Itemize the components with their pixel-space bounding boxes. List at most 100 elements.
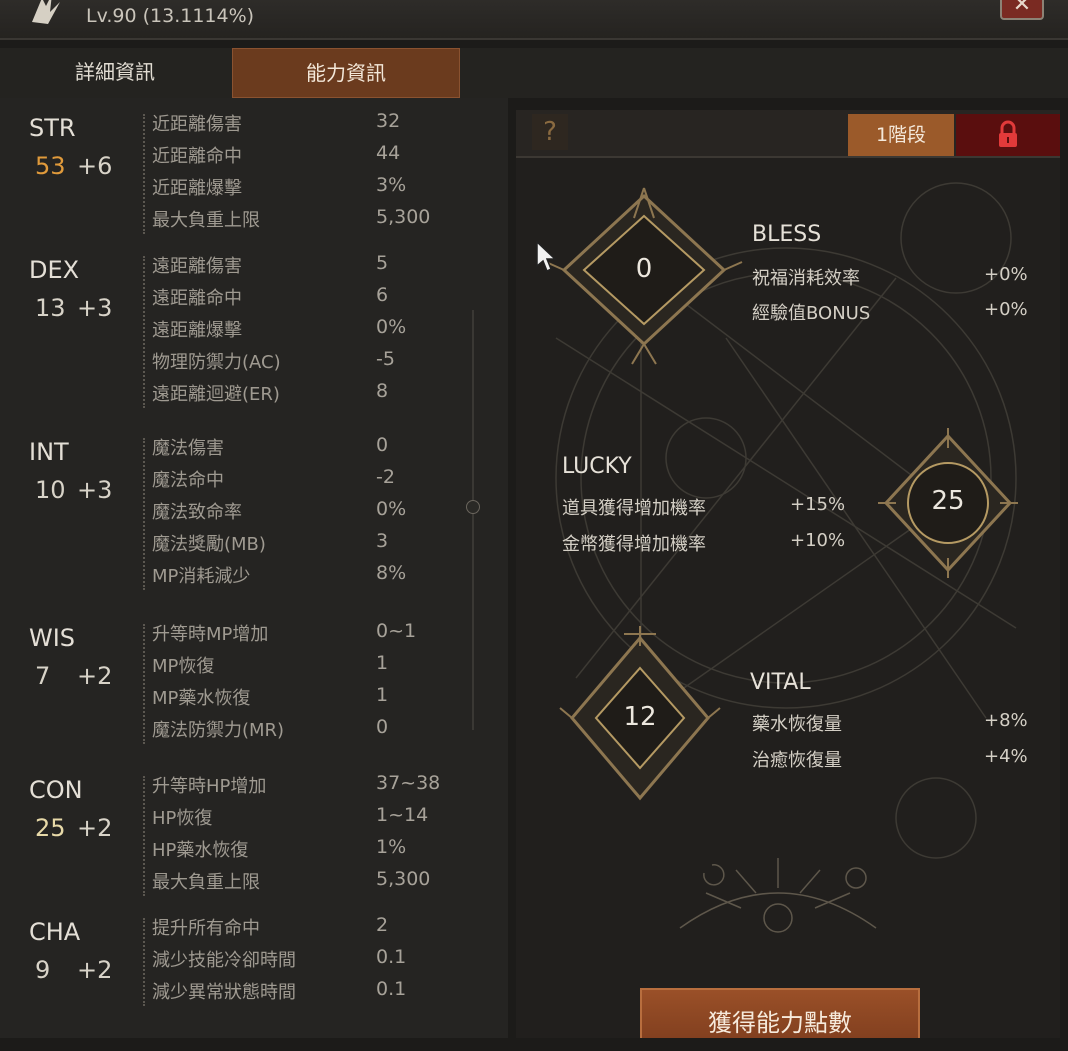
attribute-value: 5 <box>376 252 389 274</box>
attribute-row: 升等時MP增加 0~1 <box>152 620 492 652</box>
game-logo-icon <box>32 0 60 24</box>
vital-title: VITAL <box>750 670 811 695</box>
ability-wheel: 0 BLESS 祝福消耗效率 +0% 經驗值BONUS +0% LUCKY 道具… <box>516 158 1060 1038</box>
attribute-row: 最大負重上限 5,300 <box>152 868 492 900</box>
stat-name-int: INT <box>29 438 69 466</box>
stat-bonus-value: +3 <box>77 476 113 504</box>
stat-value: 7 +2 <box>35 662 112 690</box>
attribute-value: 2 <box>376 914 389 936</box>
vital-stat-value: +4% <box>984 746 1028 767</box>
stage-tab[interactable]: 1階段 <box>848 114 954 156</box>
attribute-label: 魔法防禦力(MR) <box>152 720 285 741</box>
attribute-label: 減少技能冷卻時間 <box>152 950 296 971</box>
stat-value: 13 +3 <box>35 294 112 322</box>
tab-detail-info[interactable]: 詳細資訊 <box>0 48 230 98</box>
stat-base-value: 25 <box>35 814 66 842</box>
help-button[interactable]: ? <box>532 114 568 150</box>
attribute-value: 0 <box>376 716 389 738</box>
attribute-row: HP藥水恢復 1% <box>152 836 492 868</box>
bless-stat-value: +0% <box>984 299 1028 320</box>
stat-bonus-value: +2 <box>77 814 113 842</box>
attribute-label: HP恢復 <box>152 808 213 829</box>
lucky-stat-value: +10% <box>790 530 846 551</box>
locked-stage-tab[interactable] <box>956 114 1060 156</box>
attribute-row: 近距離命中 44 <box>152 142 492 174</box>
attribute-label: MP藥水恢復 <box>152 688 251 709</box>
attribute-value: 5,300 <box>376 206 431 228</box>
attribute-value: 44 <box>376 142 401 164</box>
lock-icon <box>999 120 1017 147</box>
attribute-value: 1 <box>376 652 389 674</box>
attribute-label: 提升所有命中 <box>152 918 260 939</box>
scrollbar-track[interactable] <box>472 310 474 730</box>
attribute-label: 遠距離迴避(ER) <box>152 384 280 405</box>
dotted-divider <box>143 438 149 590</box>
attribute-row: 遠距離傷害 5 <box>152 252 492 284</box>
bless-points: 0 <box>635 254 653 284</box>
attribute-row: 升等時HP增加 37~38 <box>152 772 492 804</box>
attribute-row: 魔法命中 -2 <box>152 466 492 498</box>
attribute-value: 37~38 <box>376 772 441 794</box>
bless-stat-label: 祝福消耗效率 <box>752 268 860 289</box>
attribute-label: 近距離爆擊 <box>152 178 242 199</box>
attribute-row: 物理防禦力(AC) -5 <box>152 348 492 380</box>
gain-ability-points-button[interactable]: 獲得能力點數 <box>640 988 920 1038</box>
attribute-row: 遠距離迴避(ER) 8 <box>152 380 492 412</box>
attribute-label: 升等時HP增加 <box>152 776 267 797</box>
lucky-stat-label: 金幣獲得增加機率 <box>562 534 706 555</box>
attribute-label: 最大負重上限 <box>152 210 260 231</box>
stat-value: 9 +2 <box>35 956 112 984</box>
attribute-value: 6 <box>376 284 389 306</box>
attribute-label: 遠距離傷害 <box>152 256 242 277</box>
attribute-label: 遠距離命中 <box>152 288 242 309</box>
attribute-row: 提升所有命中 2 <box>152 914 492 946</box>
stat-value: 53 +6 <box>35 152 112 180</box>
attribute-label: 魔法致命率 <box>152 502 242 523</box>
attribute-row: 最大負重上限 5,300 <box>152 206 492 238</box>
tab-ability-info[interactable]: 能力資訊 <box>232 48 460 98</box>
attribute-value: 1~14 <box>376 804 429 826</box>
dotted-divider <box>143 256 149 408</box>
attribute-row: 魔法獎勵(MB) 3 <box>152 530 492 562</box>
stat-name-str: STR <box>29 114 76 142</box>
attribute-value: -5 <box>376 348 395 370</box>
attribute-row: 遠距離命中 6 <box>152 284 492 316</box>
close-x-icon: ✕ <box>1012 0 1032 17</box>
attribute-label: HP藥水恢復 <box>152 840 249 861</box>
stat-name-dex: DEX <box>29 256 80 284</box>
attribute-value: 0 <box>376 434 389 456</box>
attribute-row: MP恢復 1 <box>152 652 492 684</box>
attribute-value: 1 <box>376 684 389 706</box>
lucky-title: LUCKY <box>562 454 632 479</box>
attribute-value: 32 <box>376 110 401 132</box>
vital-points: 12 <box>623 702 657 732</box>
attribute-row: 減少技能冷卻時間 0.1 <box>152 946 492 978</box>
attribute-row: 魔法致命率 0% <box>152 498 492 530</box>
attribute-value: 1% <box>376 836 407 858</box>
attribute-value: 8% <box>376 562 407 584</box>
tab-bar: 詳細資訊 能力資訊 <box>0 48 1068 98</box>
dotted-divider <box>143 624 149 744</box>
attribute-value: -2 <box>376 466 395 488</box>
close-button[interactable]: ✕ <box>1000 0 1044 20</box>
dotted-divider <box>143 114 149 234</box>
stat-bonus-value: +2 <box>77 662 113 690</box>
vital-stat-value: +8% <box>984 710 1028 731</box>
dotted-divider <box>143 918 149 1006</box>
stat-value: 25 +2 <box>35 814 112 842</box>
attribute-row: 近距離傷害 32 <box>152 110 492 142</box>
attribute-value: 0~1 <box>376 620 417 642</box>
stat-base-value: 7 <box>35 662 51 690</box>
attribute-row: MP消耗減少 8% <box>152 562 492 594</box>
lucky-stat-value: +15% <box>790 494 846 515</box>
stat-name-cha: CHA <box>29 918 81 946</box>
ability-panel: ? 1階段 0 BLESS 祝福消耗效率 +0% 經驗值BONUS +0% LU… <box>516 110 1060 1038</box>
stat-bonus-value: +2 <box>77 956 113 984</box>
attribute-value: 0.1 <box>376 946 407 968</box>
scrollbar-thumb[interactable] <box>466 500 480 514</box>
stat-name-con: CON <box>29 776 83 804</box>
attribute-row: 近距離爆擊 3% <box>152 174 492 206</box>
stat-base-value: 13 <box>35 294 66 322</box>
attribute-value: 8 <box>376 380 389 402</box>
stat-base-value: 9 <box>35 956 51 984</box>
